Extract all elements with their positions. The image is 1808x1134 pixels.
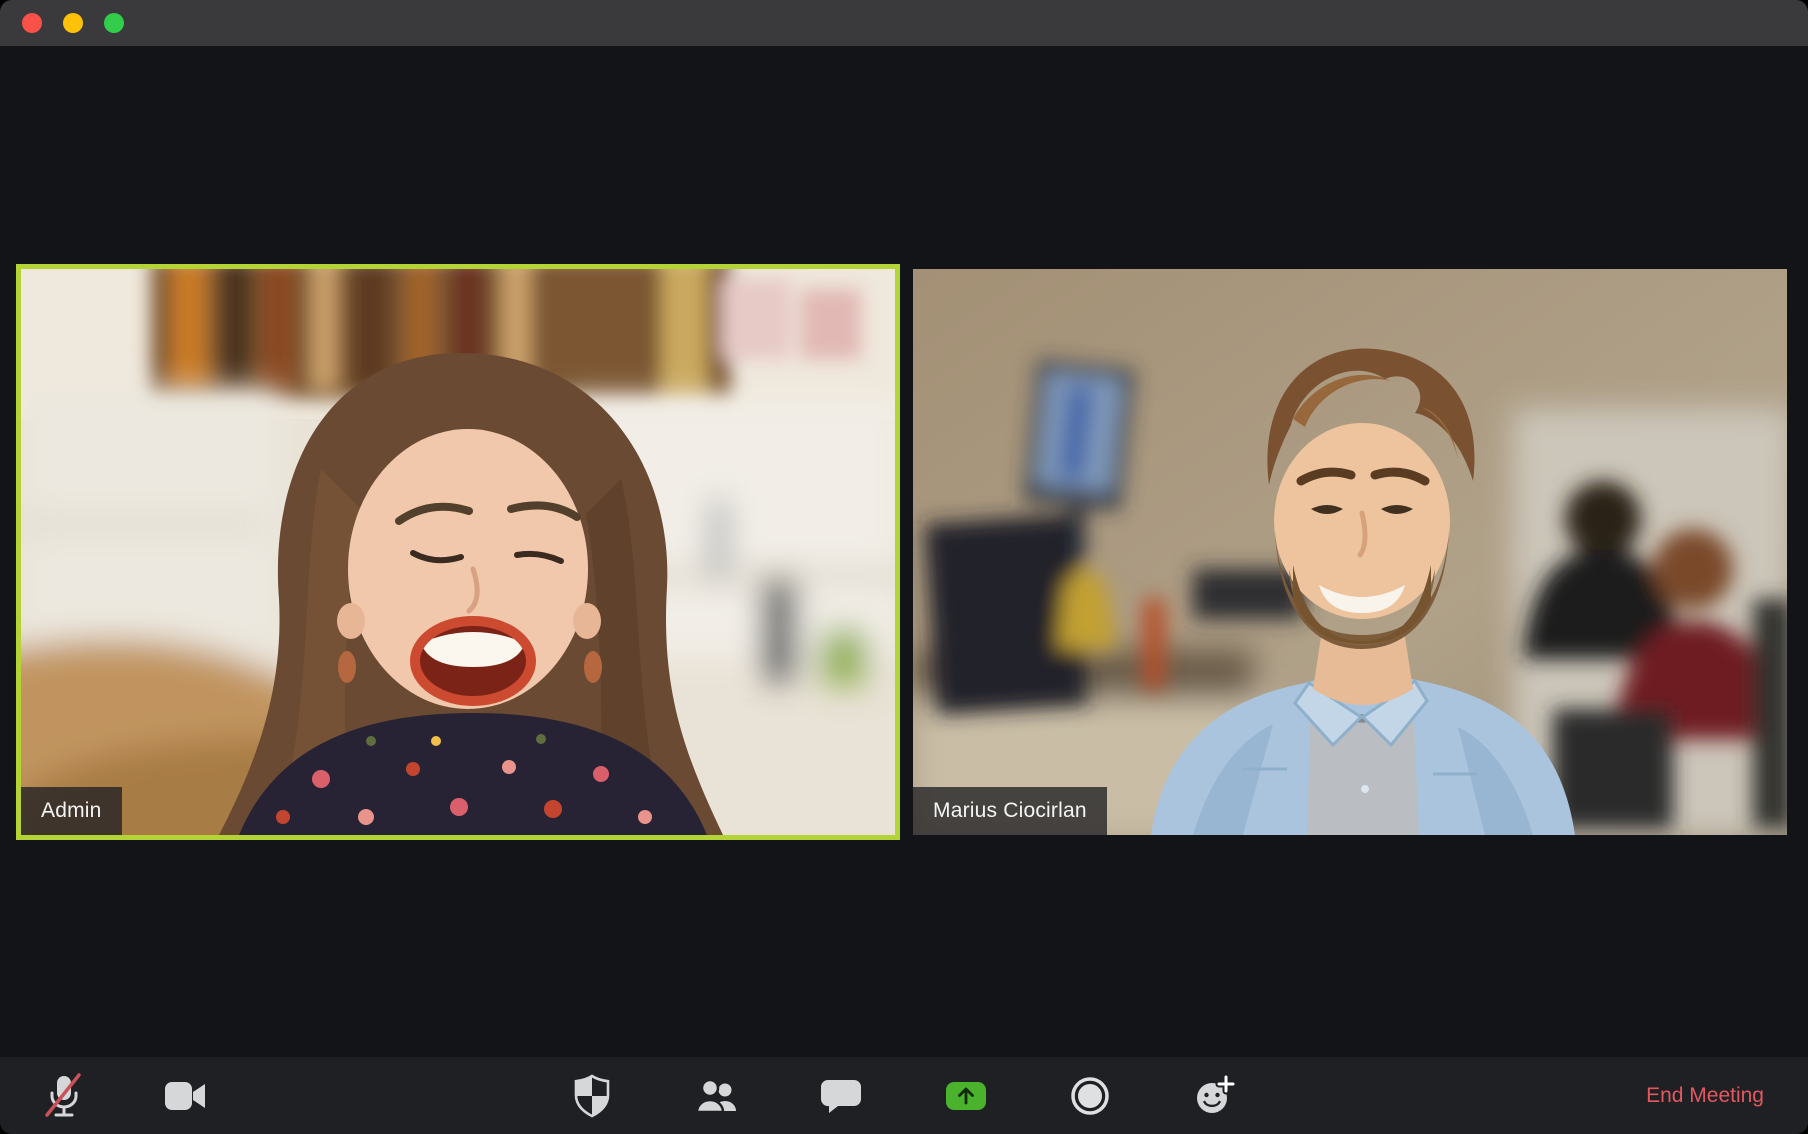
shield-icon	[571, 1074, 613, 1118]
participant-name-label: Admin	[21, 787, 122, 835]
participant-name-label: Marius Ciocirlan	[913, 787, 1107, 835]
reactions-button[interactable]	[1192, 1074, 1238, 1118]
close-window-button[interactable]	[22, 13, 42, 33]
participants-icon	[694, 1077, 742, 1115]
end-meeting-button[interactable]: End Meeting	[1646, 1084, 1764, 1108]
video-camera-icon	[162, 1079, 208, 1113]
meeting-toolbar: End Meeting	[0, 1057, 1808, 1134]
video-grid: Admin	[0, 46, 1808, 1057]
video-tile-admin[interactable]: Admin	[21, 269, 895, 835]
zoom-window-button[interactable]	[104, 13, 124, 33]
share-pill	[946, 1082, 986, 1110]
smiley-plus-icon	[1192, 1074, 1238, 1118]
mute-button[interactable]	[41, 1071, 87, 1121]
marius-video-frame	[913, 269, 1787, 835]
security-button[interactable]	[571, 1074, 613, 1118]
record-circle-icon	[1070, 1076, 1110, 1116]
record-button[interactable]	[1070, 1076, 1110, 1116]
admin-video-frame	[21, 269, 895, 835]
share-up-arrow-icon	[955, 1086, 977, 1106]
microphone-muted-icon	[41, 1071, 87, 1121]
app-window: Admin	[0, 0, 1808, 1134]
chat-button[interactable]	[820, 1076, 862, 1116]
video-button[interactable]	[162, 1079, 208, 1113]
video-tile-marius[interactable]: Marius Ciocirlan	[913, 269, 1787, 835]
share-screen-button[interactable]	[946, 1082, 986, 1110]
titlebar	[0, 0, 1808, 46]
participants-button[interactable]	[694, 1077, 742, 1115]
chat-bubble-icon	[820, 1076, 862, 1116]
minimize-window-button[interactable]	[63, 13, 83, 33]
